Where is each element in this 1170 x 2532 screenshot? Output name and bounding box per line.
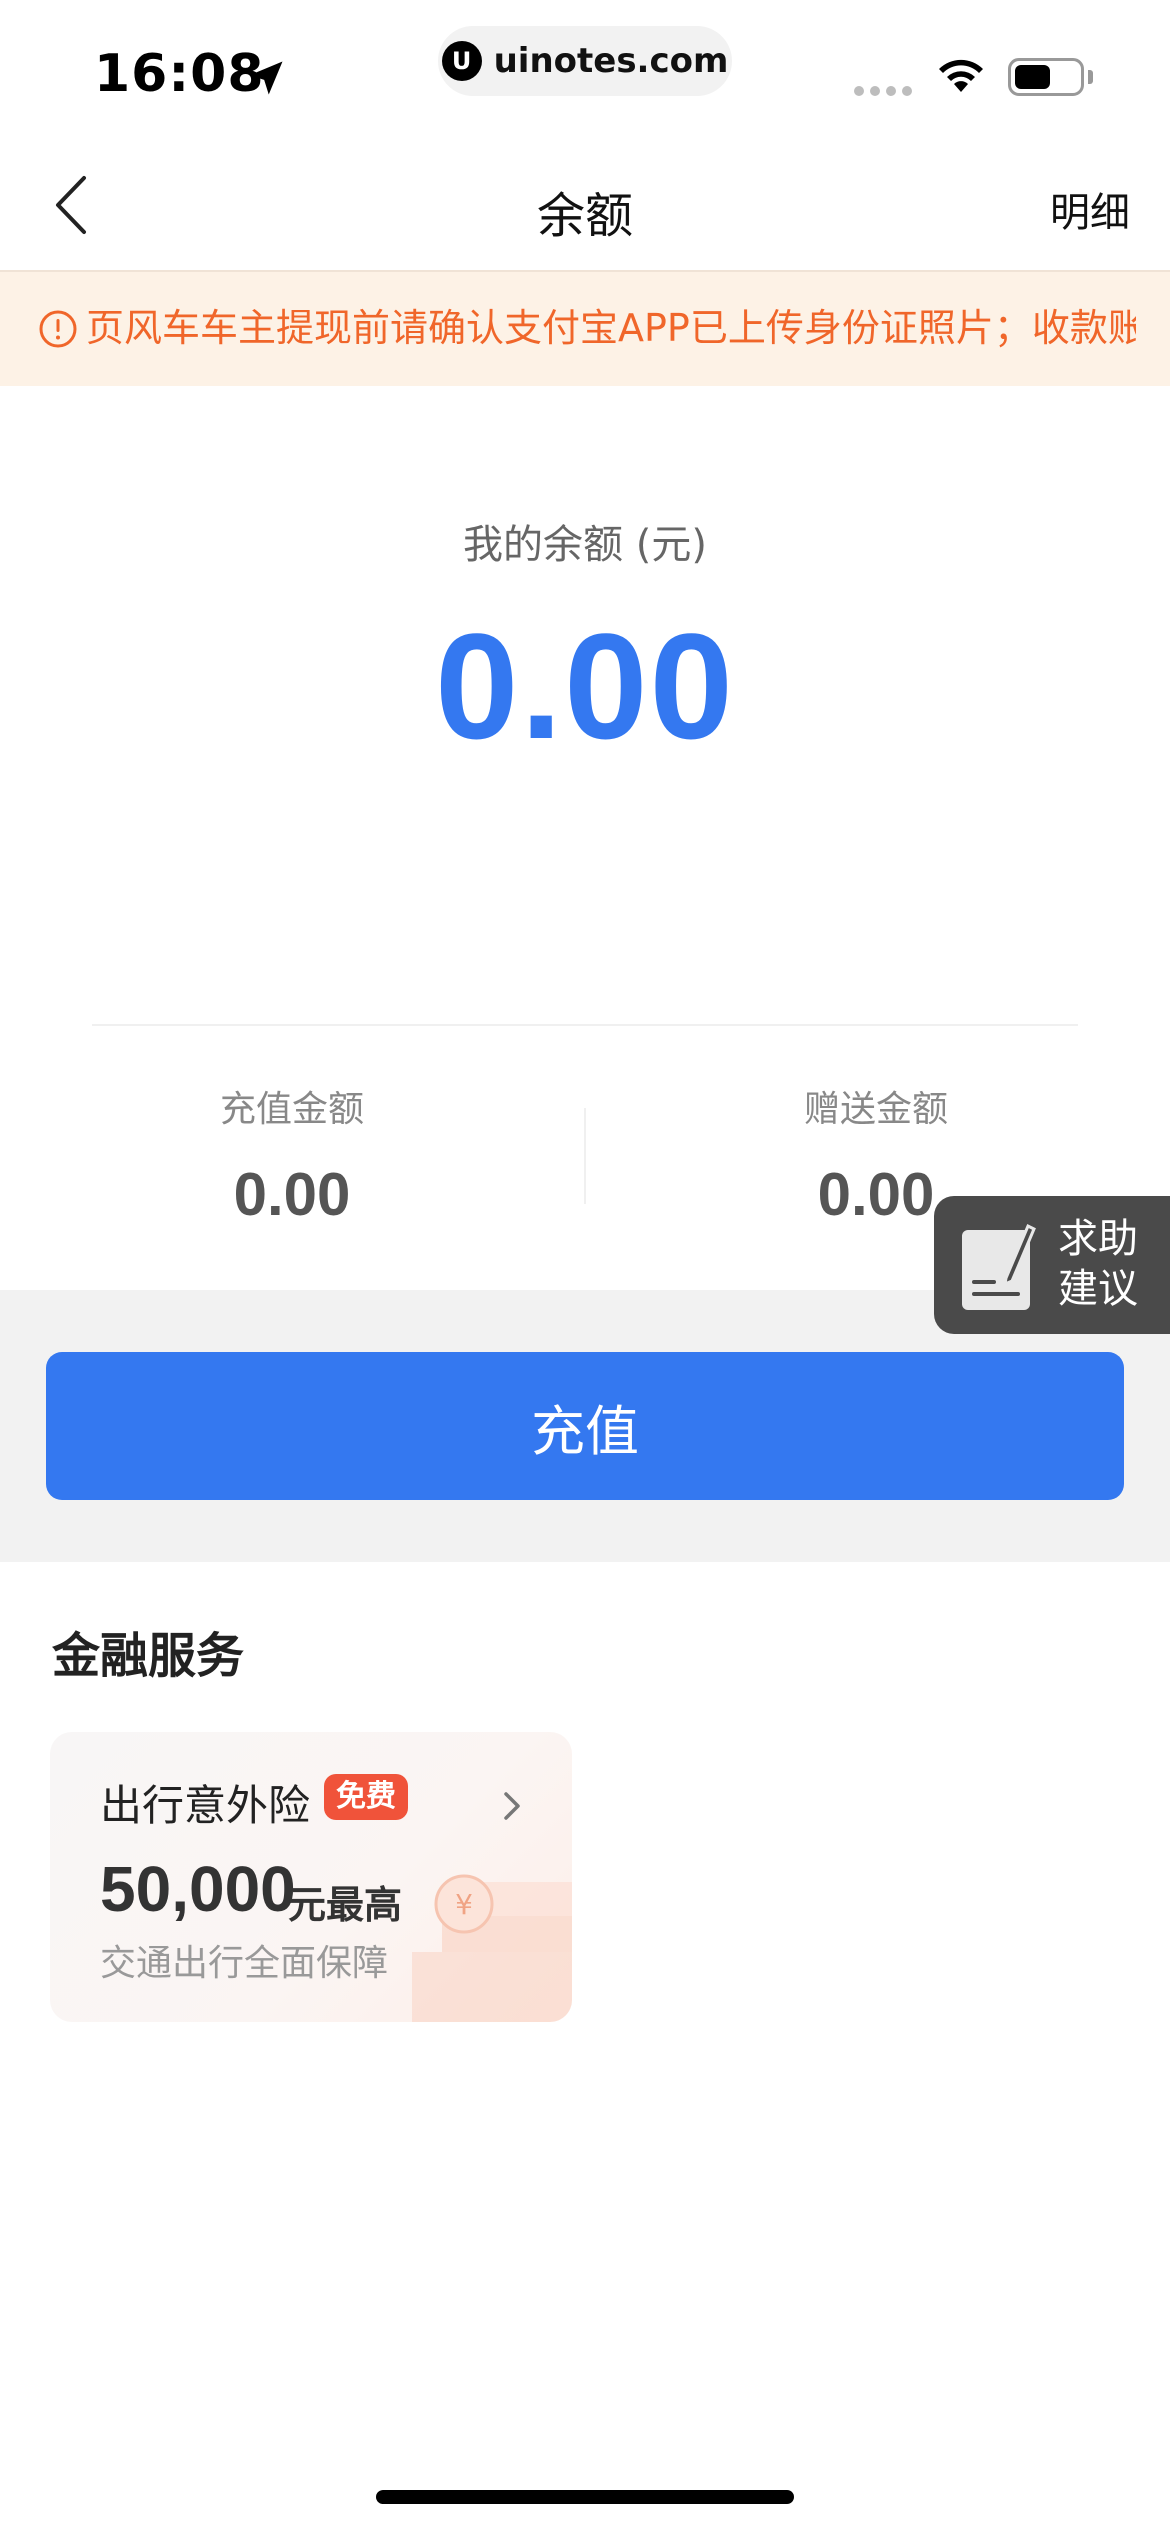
feedback-pen-icon [962,1223,1036,1310]
status-bar: 16:08 U uinotes.com [0,0,1170,140]
url-text: uinotes.com [493,41,729,81]
location-arrow-icon [249,61,283,95]
home-indicator [376,2490,794,2504]
notice-text: 页风车车主提现前请确认支付宝APP已上传身份证照片；收款账 [86,306,1136,350]
help-text-line2: 建议 [1058,1266,1138,1312]
insurance-card[interactable]: ¥ 出行意外险 免费 50,000 元最高 交通出行全面保障 [50,1732,572,2022]
notice-banner[interactable]: 页风车车主提现前请确认支付宝APP已上传身份证照片；收款账 [0,272,1170,386]
recharge-amount-block: 充值金额 0.00 [42,1080,542,1229]
status-time: 16:08 [94,44,265,104]
help-suggestion-button[interactable]: 求助 建议 [934,1196,1170,1334]
coin-stack-icon: ¥ [412,1874,572,2022]
divider-vertical [584,1108,586,1204]
battery-cap [1088,70,1093,84]
insurance-description: 交通出行全面保障 [100,1943,389,1984]
balance-value: 0.00 [435,602,735,770]
recharge-button[interactable]: 充值 [46,1352,1124,1500]
help-text: 求助 建议 [1058,1214,1138,1314]
page-title: 余额 [536,188,633,244]
site-logo-icon: U [441,41,482,81]
detail-link[interactable]: 明细 [1050,180,1130,238]
wifi-icon [939,59,983,92]
url-pill[interactable]: U uinotes.com [438,26,732,96]
nav-bar: 余额 明细 [0,140,1170,272]
insurance-title: 出行意外险 [100,1781,311,1830]
balance-label: 我的余额 (元) [463,522,707,568]
divider [92,1024,1078,1026]
info-circle-icon [39,310,77,348]
finance-section-title: 金融服务 [52,1628,245,1684]
free-badge: 免费 [324,1774,408,1820]
help-text-line1: 求助 [1058,1216,1138,1262]
svg-text:¥: ¥ [455,1888,473,1921]
cellular-signal-icon [854,86,912,96]
insurance-amount-unit: 元最高 [288,1883,403,1927]
bonus-amount-label: 赠送金额 [803,1089,948,1130]
battery-icon [1008,58,1084,96]
insurance-amount: 50,000 [100,1853,296,1925]
battery-fill [1015,65,1050,89]
chevron-right-icon [504,1792,520,1820]
recharge-amount-label: 充值金额 [219,1089,364,1130]
recharge-amount-value: 0.00 [233,1161,351,1228]
